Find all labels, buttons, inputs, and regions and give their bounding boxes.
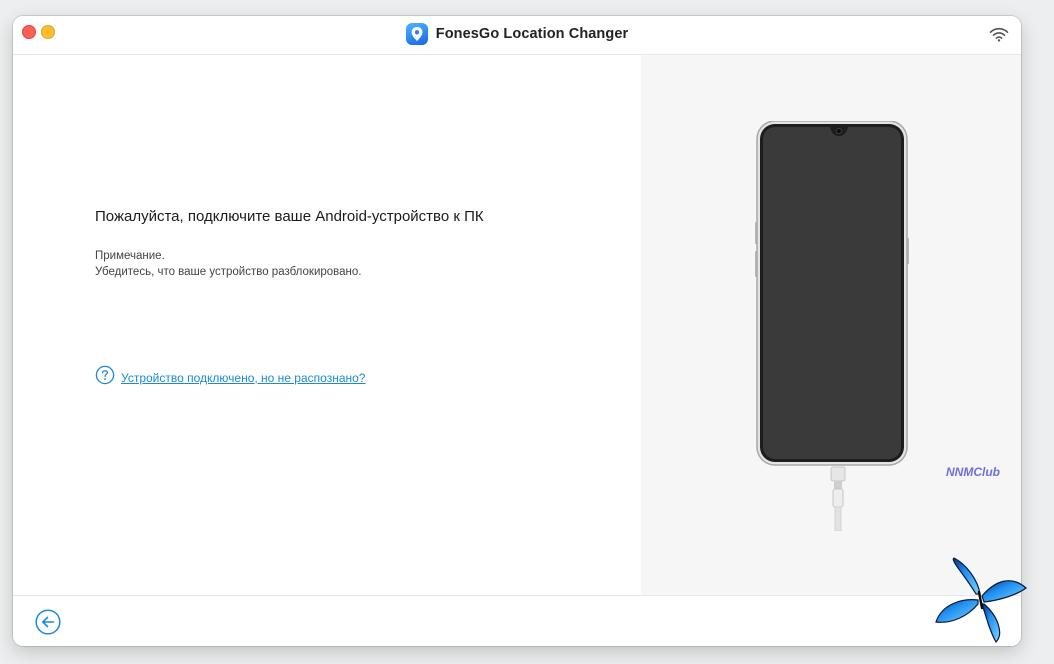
back-button[interactable] [35,609,61,640]
app-window: FonesGo Location Changer Пожалуйста, под… [13,16,1021,646]
question-circle-icon [95,365,115,390]
title-bar: FonesGo Location Changer [13,16,1021,55]
arrow-left-circle-icon [35,609,61,639]
instructions-panel: Пожалуйста, подключите ваше Android-устр… [13,55,641,595]
android-phone-illustration [750,120,914,536]
watermark: NNMClub [946,465,1000,479]
device-illustration-panel [641,55,1021,595]
note-text: Убедитесь, что ваше устройство разблокир… [95,266,362,278]
footer-bar [13,595,1021,646]
page-title: Пожалуйста, подключите ваше Android-устр… [95,208,484,225]
butterfly-icon [932,554,1032,651]
wifi-icon [989,27,1009,47]
title-group: FonesGo Location Changer [13,23,1021,45]
location-pin-icon [405,23,428,45]
device-not-recognized-link[interactable]: Устройство подключено, но не распознано? [95,365,365,390]
help-link-label: Устройство подключено, но не распознано? [121,370,366,385]
note-title: Примечание. [95,250,165,262]
window-title: FonesGo Location Changer [435,26,629,42]
